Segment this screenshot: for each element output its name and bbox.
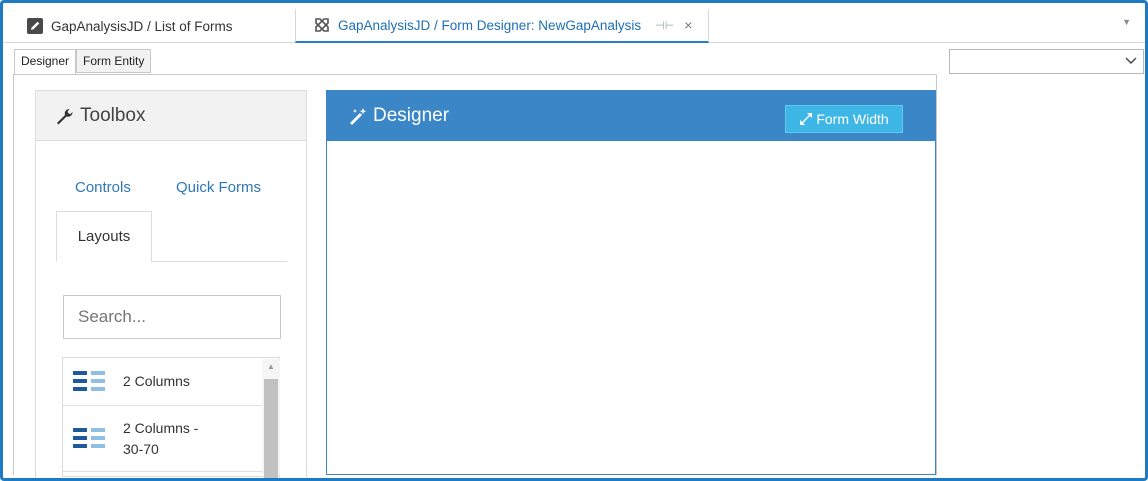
chevron-down-icon[interactable]: ▼ [1122, 17, 1131, 27]
tab-label: GapAnalysisJD / Form Designer: NewGapAna… [338, 17, 642, 33]
resize-icon [799, 112, 813, 126]
columns-layout-icon [73, 427, 105, 448]
list-item[interactable]: 2 Columns - 30-70 [63, 406, 279, 472]
tools-icon [314, 17, 330, 33]
tab-form-designer[interactable]: GapAnalysisJD / Form Designer: NewGapAna… [295, 9, 709, 43]
list-item-label-line2: 30-70 [123, 440, 159, 457]
tab-controls[interactable]: Controls [75, 179, 131, 196]
list-scrollbar[interactable]: ▲ [262, 359, 280, 478]
layout-list: 2 Columns 2 Columns - 30-70 [62, 357, 280, 477]
close-icon[interactable]: × [684, 17, 692, 33]
designer-panel: Designer Form Width [326, 90, 936, 475]
toolbox-header: Toolbox [36, 91, 306, 141]
form-width-label: Form Width [816, 111, 889, 127]
chevron-down-icon [1125, 54, 1137, 69]
magic-wand-icon [347, 106, 369, 126]
columns-layout-icon [73, 370, 105, 391]
tab-list-of-forms[interactable]: GapAnalysisJD / List of Forms [27, 9, 292, 43]
list-item[interactable]: 2 Columns [63, 358, 279, 406]
pin-icon[interactable]: ⊣⊢ [655, 19, 674, 32]
tab-divider [151, 261, 287, 262]
tab-designer[interactable]: Designer [14, 49, 77, 75]
designer-title: Designer [373, 105, 450, 126]
inner-tab-strip: Designer Form Entity [14, 49, 152, 75]
scrollbar-thumb[interactable] [264, 379, 278, 478]
list-item-label: 2 Columns - 30-70 [123, 418, 198, 460]
list-item-label: 2 Columns [123, 373, 190, 389]
designer-header: Designer Form Width [327, 91, 935, 141]
form-width-button[interactable]: Form Width [785, 105, 903, 133]
list-item-label-line1: 2 Columns - [123, 419, 199, 436]
search-input[interactable] [63, 295, 281, 339]
property-dropdown[interactable] [949, 49, 1144, 74]
tab-label: GapAnalysisJD / List of Forms [51, 18, 233, 34]
app-frame: GapAnalysisJD / List of Forms GapAnalysi… [0, 0, 1148, 481]
wrench-icon [54, 106, 74, 126]
toolbox-panel: Toolbox Controls Quick Forms Layouts 2 C… [35, 90, 307, 478]
scroll-up-icon[interactable]: ▲ [267, 362, 275, 371]
tab-quick-forms[interactable]: Quick Forms [176, 179, 261, 196]
tab-layouts[interactable]: Layouts [56, 211, 152, 262]
tab-form-entity[interactable]: Form Entity [76, 49, 152, 73]
document-tab-strip: GapAnalysisJD / List of Forms GapAnalysi… [3, 3, 1145, 43]
toolbox-title: Toolbox [80, 104, 146, 126]
edit-icon [27, 18, 43, 34]
